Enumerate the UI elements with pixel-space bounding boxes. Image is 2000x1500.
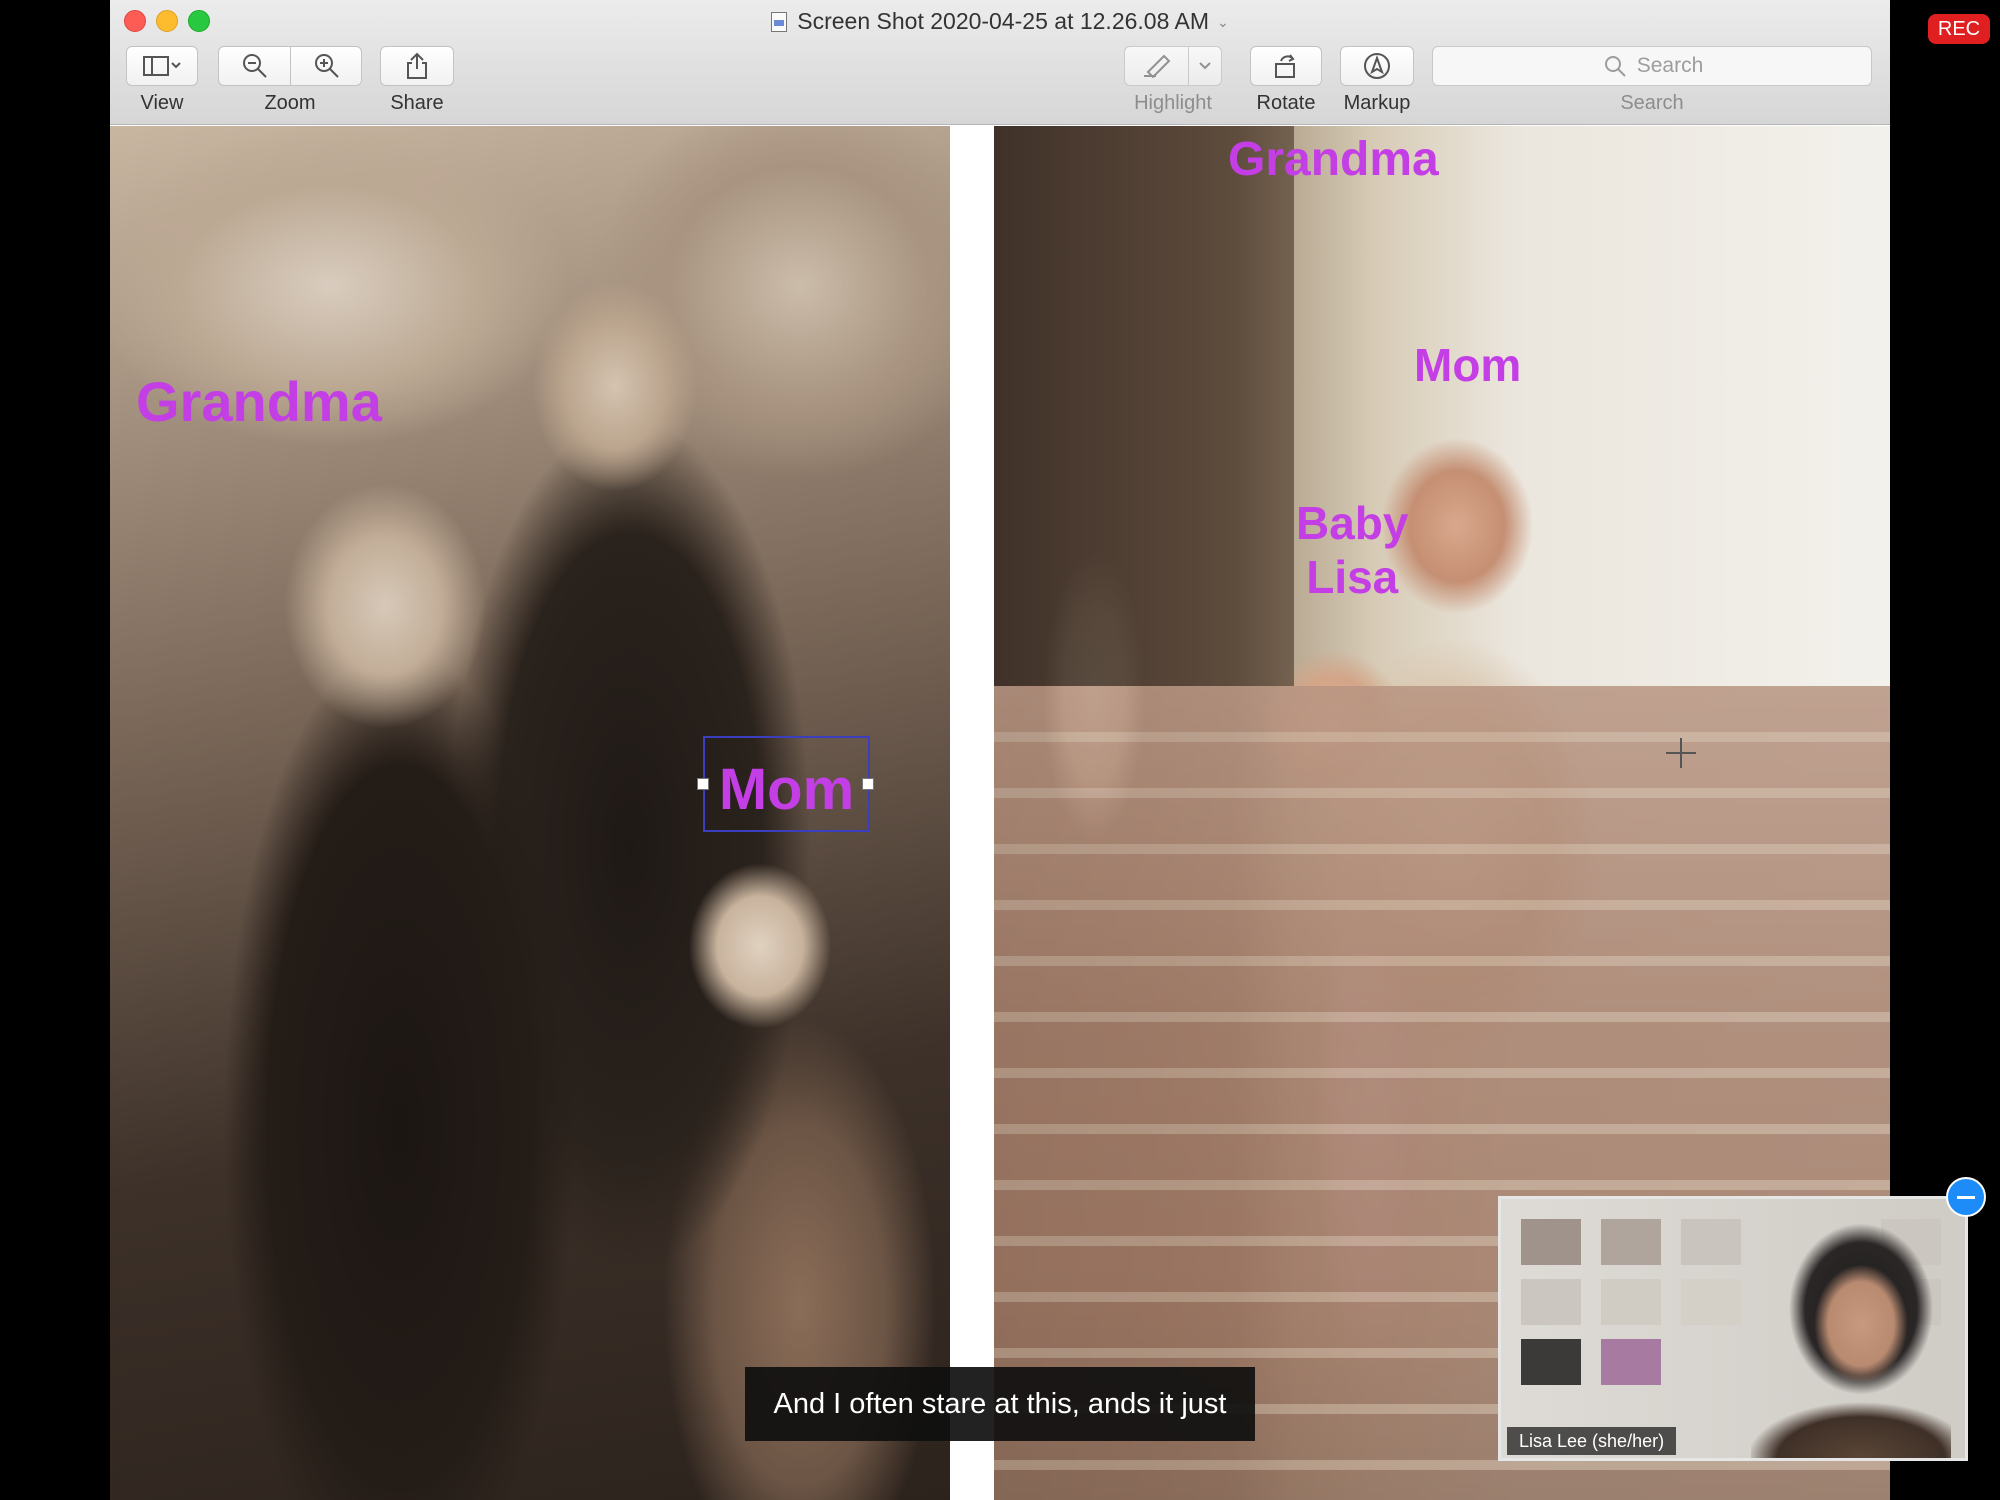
search-placeholder: Search bbox=[1636, 54, 1704, 77]
rotate-button[interactable] bbox=[1250, 46, 1322, 86]
highlighter-icon bbox=[1143, 54, 1170, 78]
zoom-out-icon bbox=[242, 54, 267, 78]
share-label: Share bbox=[390, 92, 444, 114]
annotation-baby-line1: Baby bbox=[1296, 497, 1409, 549]
minus-icon bbox=[1957, 1195, 1975, 1199]
view-button[interactable] bbox=[126, 46, 198, 86]
screen: Screen Shot 2020-04-25 at 12.26.08 AM ⌄ V… bbox=[0, 0, 2000, 1500]
highlight-pen-button[interactable] bbox=[1125, 47, 1189, 85]
highlight-label: Highlight bbox=[1134, 92, 1212, 114]
participant-name-label: Lisa Lee (she/her) bbox=[1507, 1427, 1677, 1455]
annotation-baby-line2: Lisa bbox=[1306, 551, 1399, 604]
highlight-button[interactable] bbox=[1124, 46, 1222, 86]
share-icon bbox=[407, 52, 427, 79]
chevron-down-icon bbox=[1199, 62, 1211, 70]
document-icon bbox=[771, 12, 788, 32]
share-button[interactable] bbox=[380, 46, 454, 86]
annotation-baby-lisa[interactable]: Baby Lisa bbox=[1296, 496, 1408, 605]
participant-video-tile[interactable]: Lisa Lee (she/her) bbox=[1498, 1196, 1968, 1461]
participant-video-feed bbox=[1751, 1209, 1951, 1458]
photo-divider bbox=[950, 126, 994, 1500]
zoom-in-icon bbox=[315, 54, 339, 78]
highlight-menu-button[interactable] bbox=[1189, 47, 1221, 85]
recording-badge: REC bbox=[1928, 14, 1990, 44]
crosshair-cursor-icon bbox=[1666, 738, 1696, 768]
rotate-label: Rotate bbox=[1256, 92, 1316, 114]
chevron-down-icon: ⌄ bbox=[1217, 14, 1229, 30]
zoom-in-button[interactable] bbox=[291, 47, 363, 85]
live-caption: And I often stare at this, ands it just bbox=[745, 1367, 1255, 1441]
zoom-label: Zoom bbox=[264, 92, 316, 114]
view-label: View bbox=[140, 92, 184, 114]
zoom-control bbox=[218, 46, 362, 86]
search-field[interactable]: Search bbox=[1432, 46, 1872, 86]
minimize-video-button[interactable] bbox=[1946, 1177, 1986, 1217]
document-title[interactable]: Screen Shot 2020-04-25 at 12.26.08 AM ⌄ bbox=[110, 8, 1890, 35]
annotation-mom-left[interactable]: Mom bbox=[705, 756, 868, 823]
annotation-mom-right[interactable]: Mom bbox=[1414, 342, 1521, 388]
annotation-grandma-left[interactable]: Grandma bbox=[136, 374, 382, 430]
markup-label: Markup bbox=[1343, 92, 1411, 114]
family-photo-sepia: Grandma Mom bbox=[110, 126, 950, 1500]
title-bar: Screen Shot 2020-04-25 at 12.26.08 AM ⌄ V… bbox=[110, 0, 1890, 125]
annotation-grandma-right[interactable]: Grandma bbox=[1228, 136, 1439, 184]
search-input[interactable]: Search bbox=[1433, 47, 1873, 85]
selected-annotation-mom[interactable]: Mom bbox=[697, 736, 874, 832]
search-label: Search bbox=[1620, 92, 1684, 114]
document-title-text: Screen Shot 2020-04-25 at 12.26.08 AM bbox=[797, 8, 1209, 34]
doorway bbox=[994, 126, 1294, 686]
zoom-out-button[interactable] bbox=[219, 47, 291, 85]
sidebar-icon bbox=[143, 56, 181, 76]
markup-button[interactable] bbox=[1340, 46, 1414, 86]
rotate-icon bbox=[1275, 54, 1295, 78]
markup-icon bbox=[1364, 53, 1390, 79]
search-icon bbox=[1604, 56, 1626, 77]
